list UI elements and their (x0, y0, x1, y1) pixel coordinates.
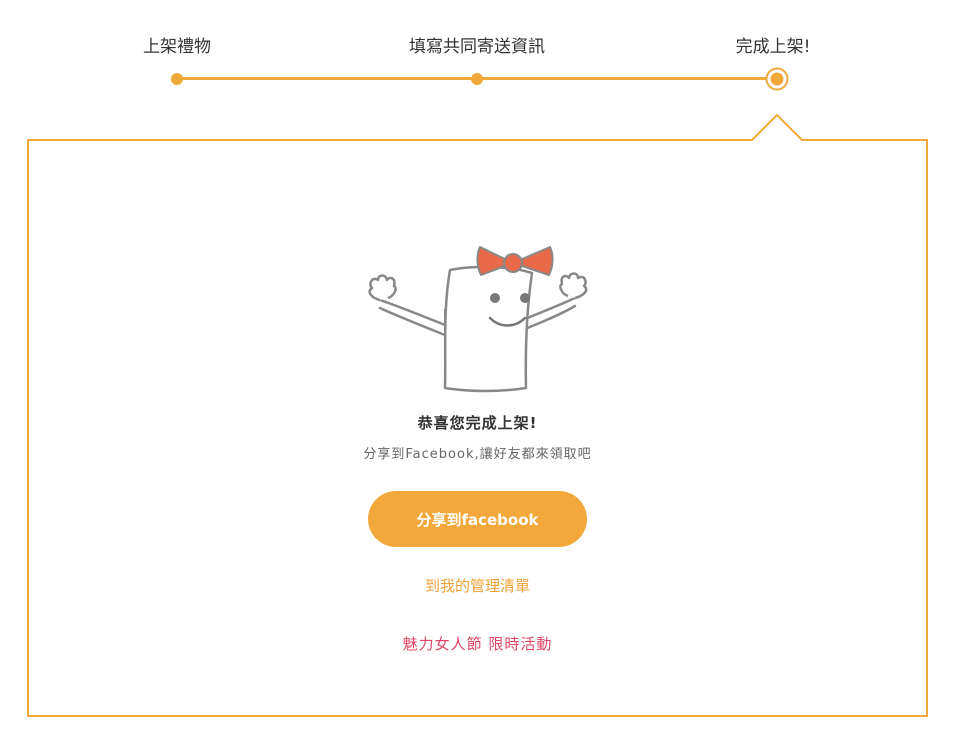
step-2-dot (471, 73, 483, 85)
manage-list-link[interactable]: 到我的管理清單 (28, 575, 927, 596)
step-3-label: 完成上架! (735, 37, 811, 57)
gift-mascot-illustration (368, 246, 588, 393)
step-3-dot-active (767, 69, 787, 89)
step-2-label: 填寫共同寄送資訊 (409, 37, 545, 57)
event-promo-link[interactable]: 魅力女人節 限時活動 (28, 633, 927, 654)
success-title: 恭喜您完成上架! (417, 414, 538, 432)
result-panel: 恭喜您完成上架! 分享到Facebook,讓好友都來領取吧 分享到faceboo… (28, 140, 927, 715)
step-1-dot (171, 73, 183, 85)
step-1-label: 上架禮物 (143, 37, 211, 57)
share-hint-text: 分享到Facebook,讓好友都來領取吧 (363, 447, 592, 462)
share-facebook-button[interactable]: 分享到facebook (368, 491, 587, 547)
